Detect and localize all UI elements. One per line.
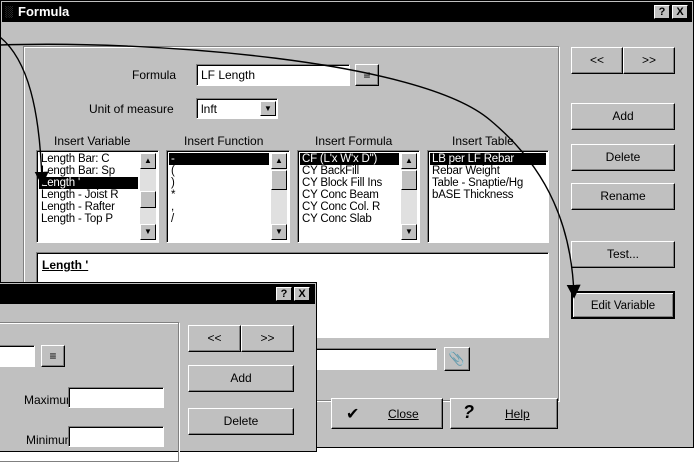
minimum-field[interactable] — [68, 426, 164, 447]
formula-name-value: LF Length — [201, 68, 256, 82]
formula-scrollbar[interactable]: ▲ ▼ — [401, 153, 417, 240]
help-label: Help — [505, 407, 530, 421]
chevron-down-icon[interactable]: ▼ — [260, 101, 276, 116]
variable-next-button[interactable]: >> — [241, 325, 294, 352]
expression-text: Length ' — [42, 258, 89, 272]
dialog-title: Formula — [18, 4, 70, 19]
function-list-item[interactable]: - — [169, 153, 269, 165]
delete-button[interactable]: Delete — [571, 144, 675, 171]
help-button[interactable]: ? Help — [450, 398, 558, 429]
variable-delete-label: Delete — [223, 414, 259, 428]
app-icon: ░ — [5, 6, 13, 18]
variable-list-item[interactable]: Length Bar: C — [39, 153, 138, 165]
function-list-item[interactable]: ( — [169, 165, 269, 177]
unit-select[interactable]: lnft ▼ — [196, 98, 278, 119]
list-icon: ≡ — [363, 68, 371, 82]
formula-list-item[interactable]: CY Conc Slab — [300, 213, 399, 225]
help-title-button[interactable]: ? — [276, 287, 292, 301]
checkmark-icon: ✔ — [346, 406, 360, 423]
test-button[interactable]: Test... — [571, 241, 675, 268]
formula-list-item[interactable]: CY BackFill — [300, 165, 399, 177]
close-button[interactable]: ✔ Close — [331, 398, 443, 429]
scroll-up-icon[interactable]: ▲ — [271, 153, 287, 169]
variable-previous-button[interactable]: << — [188, 325, 241, 352]
insert-table-label: Insert Table — [452, 134, 514, 148]
formula-list-button[interactable]: ≡ — [355, 64, 379, 86]
table-list-item[interactable]: bASE Thickness — [430, 189, 546, 201]
formula-titlebar[interactable]: ░ Formula ? X — [2, 2, 692, 22]
insert-table-list[interactable]: LB per LF Rebar Rebar Weight Table - Snapt… — [427, 150, 549, 243]
table-list-item[interactable]: Rebar Weight — [430, 165, 546, 177]
scroll-thumb[interactable] — [401, 170, 417, 190]
variable-list-item[interactable]: Length - Rafter — [39, 201, 138, 213]
variable-scrollbar[interactable]: ▲ ▼ — [140, 153, 156, 240]
variable-list-item[interactable]: Length Bar: Sp — [39, 165, 138, 177]
variable-titlebar[interactable]: ? X — [0, 284, 315, 304]
insert-variable-label: Insert Variable — [54, 134, 131, 148]
variable-list-item[interactable]: Length - Top P — [39, 213, 138, 225]
previous-button[interactable]: << — [571, 47, 623, 74]
function-list-item[interactable]: * — [169, 189, 269, 201]
insert-function-label: Insert Function — [184, 134, 264, 148]
scroll-down-icon[interactable]: ▼ — [271, 224, 287, 240]
question-mark-icon: ? — [463, 402, 474, 422]
delete-label: Delete — [605, 150, 641, 164]
table-list-item[interactable]: Table - Snaptie/Hg — [430, 177, 546, 189]
paperclip-icon: 📎 — [448, 351, 466, 366]
notes-field[interactable] — [301, 348, 437, 370]
insert-variable-list[interactable]: Length Bar: C Length Bar: Sp Length ' Lengt… — [36, 150, 159, 243]
scroll-thumb[interactable] — [140, 191, 156, 208]
edit-variable-label: Edit Variable — [590, 300, 656, 312]
add-button[interactable]: Add — [571, 103, 675, 130]
maximum-field[interactable] — [68, 387, 164, 408]
formula-list-item[interactable]: CY Conc Col. R — [300, 201, 399, 213]
insert-function-list[interactable]: -() *, / ▲ ▼ — [166, 150, 290, 243]
variable-list-button[interactable]: ≡ — [41, 345, 65, 367]
attach-button[interactable]: 📎 — [444, 347, 470, 371]
rename-label: Rename — [600, 189, 646, 203]
list-icon: ≡ — [49, 349, 57, 363]
scroll-down-icon[interactable]: ▼ — [401, 224, 417, 240]
scroll-down-icon[interactable]: ▼ — [140, 224, 156, 240]
formula-name-field[interactable]: LF Length — [196, 64, 350, 86]
function-scrollbar[interactable]: ▲ ▼ — [271, 153, 287, 240]
variable-list-item[interactable]: Length - Joist R — [39, 189, 138, 201]
scroll-up-icon[interactable]: ▲ — [401, 153, 417, 169]
function-list-item[interactable]: / — [169, 213, 269, 225]
insert-formula-label: Insert Formula — [315, 134, 393, 148]
unit-value: lnft — [201, 102, 218, 116]
variable-delete-button[interactable]: Delete — [188, 408, 294, 435]
close-title-button[interactable]: X — [672, 5, 688, 19]
test-label: Test... — [606, 247, 639, 261]
function-list-item[interactable]: , — [169, 201, 269, 213]
edit-variable-button[interactable]: Edit Variable — [571, 291, 675, 319]
add-label: Add — [612, 109, 634, 123]
function-list-item[interactable]: ) — [169, 177, 269, 189]
variable-add-button[interactable]: Add — [188, 365, 294, 392]
table-list-item[interactable]: LB per LF Rebar — [430, 153, 546, 165]
help-title-button[interactable]: ? — [654, 5, 670, 19]
scroll-thumb[interactable] — [271, 170, 287, 190]
formula-list-item[interactable]: CY Conc Beam — [300, 189, 399, 201]
formula-list-item[interactable]: CF (L'x W'x D") — [300, 153, 399, 165]
unit-label: Unit of measure — [89, 102, 174, 116]
edit-variable-dialog: ? X ≡ Maximum Minimum << >> Add Delete — [0, 282, 317, 462]
close-title-button[interactable]: X — [294, 287, 310, 301]
variable-list-item[interactable]: Length ' — [39, 177, 138, 189]
next-button[interactable]: >> — [623, 47, 675, 74]
rename-button[interactable]: Rename — [571, 183, 675, 210]
variable-add-label: Add — [230, 371, 252, 385]
formula-label: Formula — [132, 68, 177, 82]
scroll-up-icon[interactable]: ▲ — [140, 153, 156, 169]
insert-formula-list[interactable]: CF (L'x W'x D") CY BackFill CY Block Fill … — [297, 150, 420, 243]
close-label: Close — [388, 407, 419, 421]
variable-name-field[interactable] — [0, 345, 35, 367]
formula-list-item[interactable]: CY Block Fill Ins — [300, 177, 399, 189]
